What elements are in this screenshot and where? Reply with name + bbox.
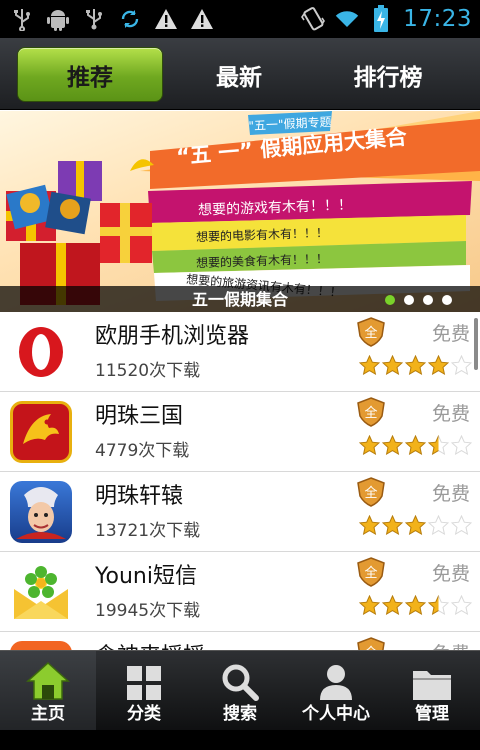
svg-text:全: 全 (364, 325, 377, 341)
sync-icon (118, 7, 142, 31)
opera-icon (10, 321, 72, 383)
grid-icon (122, 661, 166, 701)
warrior-icon (10, 481, 72, 543)
star-half-icon (428, 595, 449, 615)
price-label: 免费 (431, 563, 470, 585)
flower-envelope-icon (10, 561, 72, 623)
star-filled-icon (405, 595, 426, 615)
star-empty-icon (451, 515, 472, 535)
folder-icon (410, 661, 454, 701)
price-label: 免费 (431, 483, 470, 505)
vibrate-icon (301, 7, 326, 31)
star-filled-icon (382, 355, 403, 375)
app-name: 欧朋手机浏览器 (95, 324, 250, 349)
safe-shield-icon: 全 (357, 317, 385, 347)
star-empty-icon (451, 435, 472, 455)
nav-label: 管理 (415, 704, 449, 724)
star-filled-icon (382, 435, 403, 455)
star-empty-icon (451, 355, 472, 375)
battery-icon (369, 5, 393, 32)
rating-stars (359, 595, 472, 616)
usb-icon (82, 7, 106, 31)
bottom-nav: 主页 分类 搜索 个人中心 管理 (0, 650, 480, 731)
carousel-indicator (385, 295, 452, 305)
promo-banner[interactable]: "五一"假期专题 “五 一” 假期应用大集合 想要的游戏有木有！！！ 想要的电影… (0, 111, 480, 312)
star-filled-icon (359, 435, 380, 455)
star-filled-icon (428, 355, 449, 375)
app-name: 食神来摇摇 (95, 638, 205, 650)
wifi-icon (335, 7, 359, 31)
warning-icon (154, 7, 178, 31)
food-icon (10, 641, 72, 650)
price-label: 免费 (432, 639, 470, 650)
android-icon (46, 7, 70, 31)
nav-label: 分类 (127, 704, 161, 724)
tab-latest[interactable]: 最新 (166, 47, 312, 102)
banner-caption-bar: 五一假期集合 (0, 286, 480, 312)
star-filled-icon (359, 515, 380, 535)
app-name: 明珠轩辕 (95, 484, 184, 509)
app-list: 欧朋手机浏览器 11520次下载 全 免费 明珠三国 4779次下载 全 免费 … (0, 312, 480, 650)
nav-manage[interactable]: 管理 (384, 651, 480, 731)
star-filled-icon (382, 595, 403, 615)
carousel-dot[interactable] (442, 295, 452, 305)
safe-shield-icon: 全 (357, 397, 385, 427)
star-filled-icon (382, 515, 403, 535)
warning-icon (190, 7, 214, 31)
star-filled-icon (359, 595, 380, 615)
nav-profile[interactable]: 个人中心 (288, 651, 384, 731)
download-count: 19945次下载 (95, 601, 201, 621)
list-scrollbar[interactable] (474, 318, 478, 370)
download-count: 11520次下载 (95, 361, 201, 381)
nav-category[interactable]: 分类 (96, 651, 192, 731)
carousel-dot[interactable] (423, 295, 433, 305)
price-label: 免费 (431, 403, 470, 425)
nav-label: 主页 (31, 704, 65, 724)
price-label: 免费 (431, 323, 470, 345)
app-root: 17:23 推荐 最新 排行榜 "五一"假期专题 “五 一” 假期应用大集合 想… (0, 0, 480, 750)
app-row[interactable]: 食神来摇摇 全 免费 (0, 632, 480, 650)
search-icon (218, 661, 262, 701)
download-count: 4779次下载 (95, 441, 190, 461)
usb-icon (10, 7, 34, 31)
app-row[interactable]: Youni短信 19945次下载 全 免费 (0, 552, 480, 632)
rating-stars (359, 435, 472, 456)
star-empty-icon (451, 595, 472, 615)
safe-shield-icon: 全 (357, 477, 385, 507)
nav-search[interactable]: 搜索 (192, 651, 288, 731)
star-filled-icon (405, 355, 426, 375)
star-filled-icon (405, 515, 426, 535)
rating-stars (359, 355, 472, 376)
star-filled-icon (405, 435, 426, 455)
app-row[interactable]: 明珠轩辕 13721次下载 全 免费 (0, 472, 480, 552)
top-tab-bar: 推荐 最新 排行榜 (0, 38, 480, 110)
svg-text:全: 全 (364, 565, 377, 581)
status-bar: 17:23 (0, 0, 480, 38)
nav-home[interactable]: 主页 (0, 651, 96, 731)
safe-shield-icon: 全 (357, 557, 385, 587)
svg-text:全: 全 (364, 485, 377, 501)
star-empty-icon (428, 515, 449, 535)
star-filled-icon (359, 355, 380, 375)
carousel-dot[interactable] (385, 295, 395, 305)
person-icon (314, 661, 358, 701)
app-name: Youni短信 (95, 564, 197, 589)
star-half-icon (428, 435, 449, 455)
tab-ranking[interactable]: 排行榜 (315, 47, 461, 102)
app-name: 明珠三国 (95, 404, 184, 429)
dragon-icon (10, 401, 72, 463)
carousel-dot[interactable] (404, 295, 414, 305)
nav-label: 搜索 (223, 704, 257, 724)
system-bar-strip (0, 730, 480, 750)
app-row[interactable]: 明珠三国 4779次下载 全 免费 (0, 392, 480, 472)
safe-shield-icon: 全 (357, 637, 385, 650)
svg-text:全: 全 (364, 405, 377, 421)
clock: 17:23 (403, 6, 472, 32)
download-count: 13721次下载 (95, 521, 201, 541)
home-icon (26, 661, 70, 701)
nav-label: 个人中心 (302, 704, 370, 724)
app-row[interactable]: 欧朋手机浏览器 11520次下载 全 免费 (0, 312, 480, 392)
tab-recommended[interactable]: 推荐 (17, 47, 163, 102)
rating-stars (359, 515, 472, 536)
